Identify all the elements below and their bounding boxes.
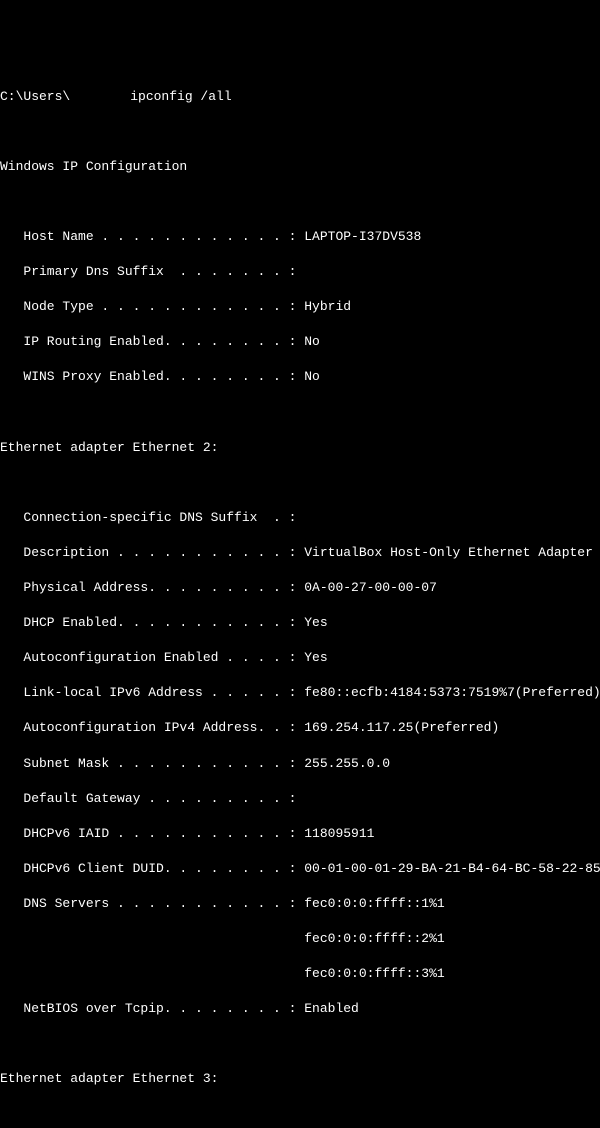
node-type-row: Node Type . . . . . . . . . . . . : Hybr…: [0, 298, 600, 316]
dns-servers-row-3: fec0:0:0:ffff::3%1: [0, 965, 600, 983]
field-label: Link-local IPv6 Address . . . . . :: [0, 685, 304, 700]
blank-line: [0, 1105, 600, 1123]
blank-line: [0, 193, 600, 211]
field-value: 0A-00-27-00-00-07: [304, 580, 437, 595]
field-label: Primary Dns Suffix . . . . . . . :: [0, 264, 296, 279]
dns-servers-row-2: fec0:0:0:ffff::2%1: [0, 930, 600, 948]
dhcp-enabled-row: DHCP Enabled. . . . . . . . . . . : Yes: [0, 614, 600, 632]
field-label: Connection-specific DNS Suffix . :: [0, 510, 296, 525]
field-value: VirtualBox Host-Only Ethernet Adapter: [304, 545, 593, 560]
primary-dns-row: Primary Dns Suffix . . . . . . . :: [0, 263, 600, 281]
physical-address-row: Physical Address. . . . . . . . . : 0A-0…: [0, 579, 600, 597]
field-label: Host Name . . . . . . . . . . . . :: [0, 229, 304, 244]
field-value: Enabled: [304, 1001, 359, 1016]
host-name-row: Host Name . . . . . . . . . . . . : LAPT…: [0, 228, 600, 246]
field-value: 255.255.0.0: [304, 756, 390, 771]
field-value: Hybrid: [304, 299, 351, 314]
terminal-output: C:\Users\ ipconfig /all Windows IP Config…: [0, 70, 600, 1128]
blank-line: [0, 404, 600, 422]
redacted-username: [70, 88, 130, 106]
field-label: WINS Proxy Enabled. . . . . . . . :: [0, 369, 304, 384]
autoconfig-enabled-row: Autoconfiguration Enabled . . . . : Yes: [0, 649, 600, 667]
field-label: Description . . . . . . . . . . . :: [0, 545, 304, 560]
field-value: Yes: [304, 615, 327, 630]
field-value: fec0:0:0:ffff::1%1: [304, 896, 444, 911]
field-value: No: [304, 334, 320, 349]
field-value: 118095911: [304, 826, 374, 841]
blank-line: [0, 474, 600, 492]
dhcpv6-iaid-row: DHCPv6 IAID . . . . . . . . . . . : 1180…: [0, 825, 600, 843]
default-gateway-row: Default Gateway . . . . . . . . . :: [0, 790, 600, 808]
field-label: Default Gateway . . . . . . . . . :: [0, 791, 296, 806]
conn-suffix-row: Connection-specific DNS Suffix . :: [0, 509, 600, 527]
field-label: DNS Servers . . . . . . . . . . . :: [0, 896, 304, 911]
field-label: Physical Address. . . . . . . . . :: [0, 580, 304, 595]
blank-line: [0, 123, 600, 141]
field-value: LAPTOP-I37DV538: [304, 229, 421, 244]
field-label: Autoconfiguration Enabled . . . . :: [0, 650, 304, 665]
adapter-title: Ethernet adapter Ethernet 3:: [0, 1070, 600, 1088]
subnet-mask-row: Subnet Mask . . . . . . . . . . . : 255.…: [0, 755, 600, 773]
adapter-title: Ethernet adapter Ethernet 2:: [0, 439, 600, 457]
field-label: Autoconfiguration IPv4 Address. . :: [0, 720, 304, 735]
prompt-path: C:\Users\: [0, 88, 70, 106]
prompt-command: ipconfig /all: [130, 88, 231, 106]
dhcpv6-duid-row: DHCPv6 Client DUID. . . . . . . . : 00-0…: [0, 860, 600, 878]
dns-servers-row: DNS Servers . . . . . . . . . . . : fec0…: [0, 895, 600, 913]
section-header: Windows IP Configuration: [0, 158, 600, 176]
command-prompt-line: C:\Users\ ipconfig /all: [0, 88, 600, 106]
field-label: DHCP Enabled. . . . . . . . . . . :: [0, 615, 304, 630]
field-label: DHCPv6 IAID . . . . . . . . . . . :: [0, 826, 304, 841]
description-row: Description . . . . . . . . . . . : Virt…: [0, 544, 600, 562]
field-label: Node Type . . . . . . . . . . . . :: [0, 299, 304, 314]
wins-proxy-row: WINS Proxy Enabled. . . . . . . . : No: [0, 368, 600, 386]
autoconfig-ipv4-row: Autoconfiguration IPv4 Address. . : 169.…: [0, 719, 600, 737]
blank-line: [0, 1035, 600, 1053]
netbios-row: NetBIOS over Tcpip. . . . . . . . : Enab…: [0, 1000, 600, 1018]
field-value: Yes: [304, 650, 327, 665]
field-value: 169.254.117.25(Preferred): [304, 720, 499, 735]
ip-routing-row: IP Routing Enabled. . . . . . . . : No: [0, 333, 600, 351]
link-local-ipv6-row: Link-local IPv6 Address . . . . . : fe80…: [0, 684, 600, 702]
field-value: 00-01-00-01-29-BA-21-B4-64-BC-58-22-85-4…: [304, 861, 600, 876]
field-label: Subnet Mask . . . . . . . . . . . :: [0, 756, 304, 771]
field-value: fe80::ecfb:4184:5373:7519%7(Preferred): [304, 685, 600, 700]
field-label: IP Routing Enabled. . . . . . . . :: [0, 334, 304, 349]
field-value: No: [304, 369, 320, 384]
field-label: NetBIOS over Tcpip. . . . . . . . :: [0, 1001, 304, 1016]
field-label: DHCPv6 Client DUID. . . . . . . . :: [0, 861, 304, 876]
